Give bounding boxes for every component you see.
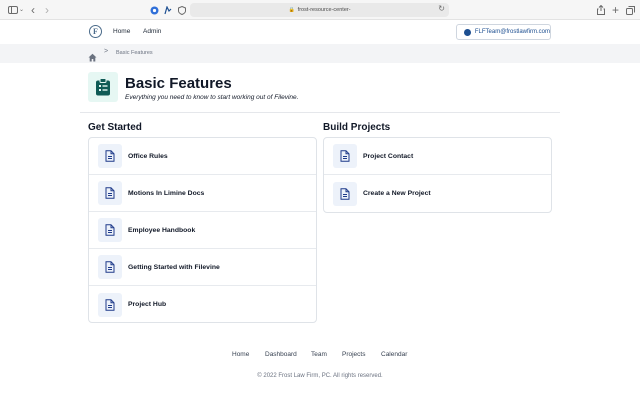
footer-link-calendar[interactable]: Calendar [381,351,407,358]
list-item-label: Create a New Project [363,190,431,197]
document-icon [333,181,357,206]
list-item-project-hub[interactable]: Project Hub [89,286,316,322]
section-title-build-projects: Build Projects [323,122,391,133]
footer-link-home[interactable]: Home [232,351,249,358]
logo-letter: F [93,27,98,36]
document-icon [98,255,122,279]
tabs-overview-icon[interactable] [626,4,635,16]
document-icon [98,218,122,242]
user-icon [464,28,471,36]
list-item-create-new-project[interactable]: Create a New Project [324,175,551,212]
document-icon [98,144,122,168]
list-item-label: Motions In Limine Docs [128,189,205,197]
back-icon[interactable]: ‹ [31,4,35,16]
reload-icon[interactable]: ↻ [438,4,445,13]
clipboard-icon [88,72,118,102]
copyright-text: © 2022 Frost Law Firm, PC. All rights re… [257,373,383,379]
url-text: frost-resource-center- [297,7,351,13]
browser-toolbar: ⌄ ‹ › 🔒 frost-resource-center- ↻ + [0,0,640,20]
firm-logo[interactable]: F [89,25,102,38]
page-subtitle: Everything you need to know to start wor… [125,94,299,101]
list-item-label: Getting Started with Filevine [128,263,220,271]
breadcrumb-separator: > [104,48,109,55]
divider [80,112,560,113]
list-item-employee-handbook[interactable]: Employee Handbook [89,212,316,249]
build-projects-card: Project Contact Create a New Project [323,137,552,213]
shield-icon[interactable] [150,4,159,16]
sidebar-icon[interactable] [8,4,18,16]
lock-icon: 🔒 [288,7,295,13]
breadcrumb: > Basic Features [0,44,640,63]
document-icon [98,292,122,317]
footer-link-dashboard[interactable]: Dashboard [265,351,297,358]
document-icon [333,144,357,168]
list-item-getting-started-filevine[interactable]: Getting Started with Filevine [89,249,316,286]
user-email: FLFTeam@frostlawfirm.com [474,29,550,35]
list-item-label: Office Rules [128,152,168,160]
list-item-project-contact[interactable]: Project Contact [324,138,551,175]
share-icon[interactable] [597,4,605,16]
nav-admin-link[interactable]: Admin [143,28,161,35]
extension-icon[interactable] [164,4,172,16]
section-title-get-started: Get Started [88,122,142,133]
site-header: F Home Admin FLFTeam@frostlawfirm.com [0,20,640,44]
list-item-motions-in-limine[interactable]: Motions In Limine Docs [89,175,316,212]
list-item-label: Employee Handbook [128,226,196,234]
new-tab-icon[interactable]: + [612,4,619,16]
breadcrumb-current: Basic Features [116,50,153,56]
document-icon [98,181,122,205]
chevron-down-icon[interactable]: ⌄ [19,4,24,16]
home-icon[interactable] [88,49,97,62]
nav-home-link[interactable]: Home [113,28,130,35]
user-account-button[interactable]: FLFTeam@frostlawfirm.com [456,24,551,40]
address-bar[interactable]: 🔒 frost-resource-center- ↻ [190,3,449,17]
get-started-card: Office Rules Motions In Limine Docs Empl… [88,137,317,323]
list-item-office-rules[interactable]: Office Rules [89,138,316,175]
privacy-icon[interactable] [178,4,186,16]
forward-icon[interactable]: › [45,4,49,16]
page-title: Basic Features [125,75,232,92]
footer-link-team[interactable]: Team [311,351,327,358]
list-item-label: Project Hub [128,301,167,308]
footer-link-projects[interactable]: Projects [342,351,365,358]
list-item-label: Project Contact [363,152,414,160]
